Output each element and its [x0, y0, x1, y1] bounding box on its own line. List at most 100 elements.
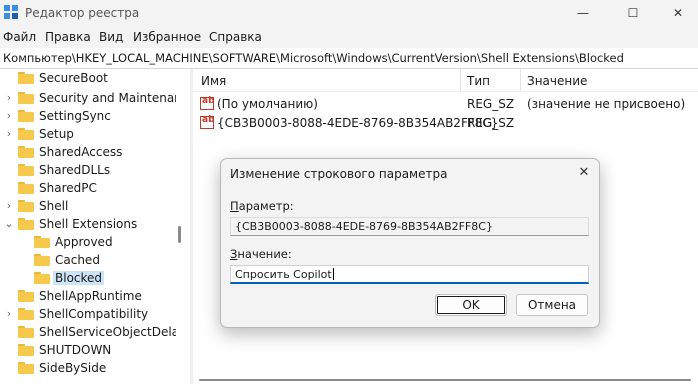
tree-item-label: Approved: [55, 235, 113, 249]
regedit-app-icon: [4, 5, 18, 19]
param-label: Параметр:: [230, 199, 294, 213]
tree-item-blocked[interactable]: Blocked: [0, 269, 176, 287]
address-bar[interactable]: Компьютер\HKEY_LOCAL_MACHINE\SOFTWARE\Mi…: [0, 48, 698, 69]
close-window-button[interactable]: ✕: [655, 0, 698, 26]
value-data: (значение не присвоено): [527, 97, 686, 111]
folder-icon: [18, 200, 34, 212]
list-header: Имя Тип Значение: [193, 69, 698, 92]
tree-item-security-and-maintenance[interactable]: › Security and Maintenanc: [0, 89, 176, 107]
menu-view[interactable]: Вид: [99, 30, 123, 44]
dialog-close-button[interactable]: ✕: [573, 162, 595, 184]
folder-icon: [18, 92, 34, 104]
text-caret: [332, 268, 334, 280]
ok-button[interactable]: OK: [435, 294, 507, 316]
menu-edit[interactable]: Правка: [45, 30, 91, 44]
menu-favorites[interactable]: Избранное: [133, 30, 201, 44]
tree-item-label: Setup: [39, 127, 74, 141]
folder-icon: [18, 110, 34, 122]
tree-item-sharedaccess[interactable]: SharedAccess: [0, 143, 176, 161]
tree-item-label: Security and Maintenanc: [39, 91, 176, 105]
tree-item-label: ShellServiceObjectDelayL: [39, 325, 176, 339]
column-divider[interactable]: [520, 69, 521, 91]
scrollbar-thumb[interactable]: [199, 379, 691, 381]
tree-item-label: SharedAccess: [39, 145, 123, 159]
value-data-text[interactable]: Спросить Copilot: [235, 268, 334, 281]
column-header-type[interactable]: Тип: [467, 74, 490, 88]
tree-item-label: SharedDLLs: [39, 163, 111, 177]
value-type: REG_SZ: [467, 97, 515, 111]
tree-item-setup[interactable]: › Setup: [0, 125, 176, 143]
expander-icon[interactable]: ›: [4, 307, 14, 320]
folder-icon: [18, 128, 34, 140]
tree-item-shellappruntime[interactable]: ShellAppRuntime: [0, 287, 176, 305]
title-bar: Редактор реестра — ☐ ✕: [0, 0, 698, 26]
folder-icon: [34, 254, 50, 266]
folder-icon: [34, 236, 50, 248]
tree-item-label: SideBySide: [39, 361, 107, 375]
column-header-name[interactable]: Имя: [201, 74, 226, 88]
tree-item-shell[interactable]: › Shell: [0, 197, 176, 215]
tree-item-secureboot[interactable]: SecureBoot: [0, 69, 176, 87]
tree-scrollbar[interactable]: [177, 69, 185, 384]
list-row-default[interactable]: ab (По умолчанию) REG_SZ (значение не пр…: [193, 95, 698, 113]
tree-item-label: SHUTDOWN: [39, 343, 112, 357]
value-name: (По умолчанию): [217, 97, 318, 111]
expander-icon[interactable]: ›: [4, 199, 14, 212]
tree-item-label: ShellCompatibility: [39, 307, 149, 321]
menu-bar: Файл Правка Вид Избранное Справка: [0, 26, 698, 48]
tree-item-shutdown[interactable]: SHUTDOWN: [0, 341, 176, 359]
tree-item-label: Cached: [55, 253, 100, 267]
expander-icon[interactable]: ›: [4, 91, 14, 104]
param-name-field: {CB3B0003-8088-4EDE-8769-8B354AB2FF8C}: [230, 217, 589, 236]
tree-item-label: Shell Extensions: [39, 217, 138, 231]
minimize-icon: —: [577, 6, 589, 20]
tree-item-label: ShellAppRuntime: [39, 289, 142, 303]
menu-help[interactable]: Справка: [209, 30, 262, 44]
folder-icon: [18, 326, 34, 338]
tree-item-approved[interactable]: Approved: [0, 233, 176, 251]
dialog-title: Изменение строкового параметра: [230, 167, 448, 181]
tree-item-cached[interactable]: Cached: [0, 251, 176, 269]
tree-item-shellcompatibility[interactable]: › ShellCompatibility: [0, 305, 176, 323]
value-type: REG_SZ: [467, 116, 515, 130]
column-divider[interactable]: [460, 69, 461, 91]
expander-icon[interactable]: ›: [4, 127, 14, 140]
expander-icon[interactable]: ›: [4, 109, 14, 122]
tree-item-shellserviceobjectdelayload[interactable]: ShellServiceObjectDelayL: [0, 323, 176, 341]
tree-item-sidebyside[interactable]: SideBySide: [0, 359, 176, 377]
address-path[interactable]: Компьютер\HKEY_LOCAL_MACHINE\SOFTWARE\Mi…: [3, 51, 624, 65]
list-horizontal-scrollbar[interactable]: [193, 376, 698, 384]
folder-icon: [18, 344, 34, 356]
value-data-input[interactable]: Спросить Copilot: [230, 265, 589, 284]
string-value-icon: ab: [200, 115, 215, 129]
chevron-down-icon[interactable]: ⌄: [4, 217, 14, 230]
close-icon: ✕: [672, 6, 684, 20]
tree-item-label: SettingSync: [39, 109, 111, 123]
folder-icon: [18, 72, 34, 84]
folder-icon: [18, 146, 34, 158]
tree-item-label: SharedPC: [39, 181, 97, 195]
maximize-button[interactable]: ☐: [610, 0, 656, 26]
folder-open-icon: [34, 272, 50, 284]
tree-item-shareddlls[interactable]: SharedDLLs: [0, 161, 176, 179]
tree-item-settingsync[interactable]: › SettingSync: [0, 107, 176, 125]
value-label: Значение:: [230, 247, 292, 261]
minimize-button[interactable]: —: [560, 0, 606, 26]
registry-tree[interactable]: SecureBoot › Security and Maintenanc › S…: [0, 69, 176, 384]
folder-icon: [18, 182, 34, 194]
folder-icon: [18, 362, 34, 374]
folder-icon: [18, 308, 34, 320]
tree-item-sharedpc[interactable]: SharedPC: [0, 179, 176, 197]
tree-item-label: Shell: [39, 199, 69, 213]
cancel-button[interactable]: Отмена: [516, 294, 588, 316]
folder-icon: [18, 164, 34, 176]
column-header-value[interactable]: Значение: [527, 74, 587, 88]
tree-item-label: SecureBoot: [39, 71, 108, 85]
maximize-icon: ☐: [627, 6, 639, 20]
tree-scrollbar-thumb[interactable]: [178, 226, 181, 243]
param-name-value: {CB3B0003-8088-4EDE-8769-8B354AB2FF8C}: [235, 220, 493, 233]
list-row-guid[interactable]: ab {CB3B0003-8088-4EDE-8769-8B354AB2FF8C…: [193, 114, 698, 132]
close-icon: ✕: [578, 165, 590, 180]
menu-file[interactable]: Файл: [3, 30, 36, 44]
tree-item-shell-extensions[interactable]: ⌄ Shell Extensions: [0, 215, 176, 233]
